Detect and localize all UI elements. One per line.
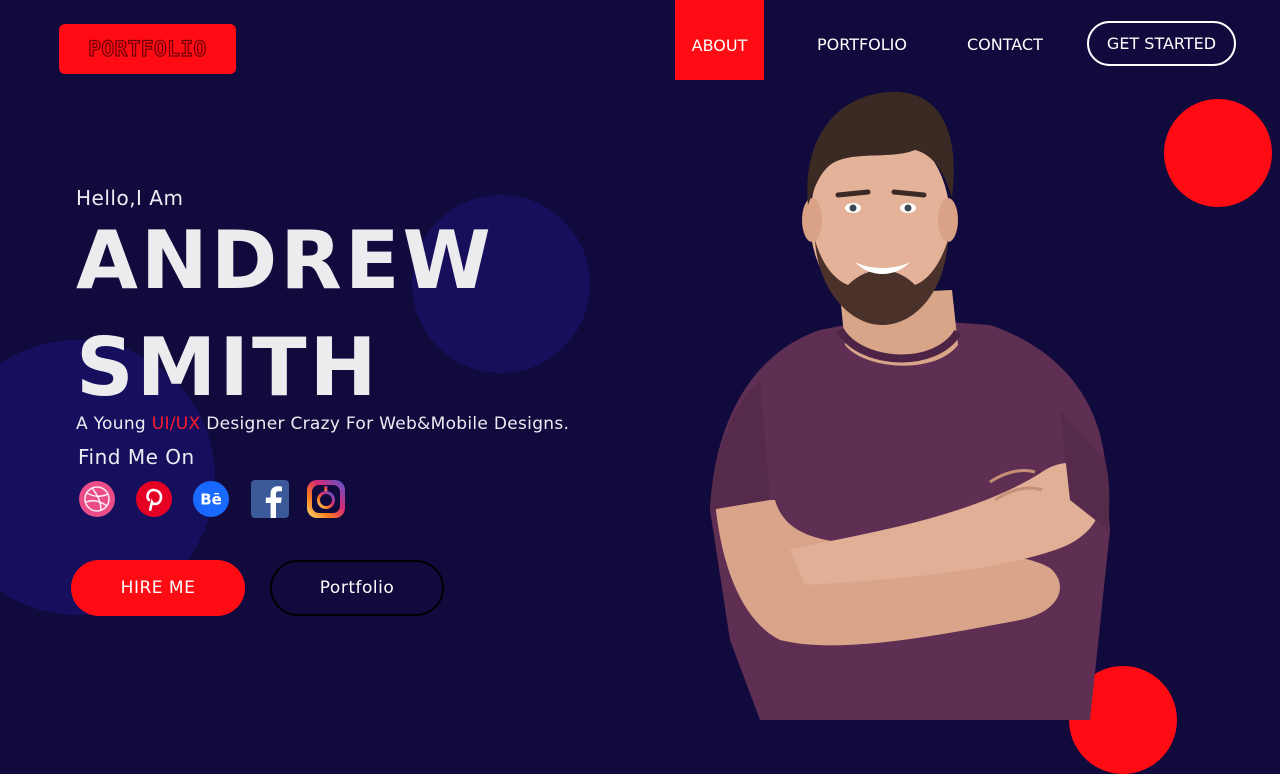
hero-name-first: ANDREW: [76, 214, 494, 307]
pinterest-icon[interactable]: [134, 479, 174, 519]
hero-tagline: A Young UI/UX Designer Crazy For Web&Mob…: [76, 414, 569, 434]
instagram-icon[interactable]: [306, 479, 346, 519]
facebook-icon[interactable]: [250, 479, 290, 519]
find-me-label: Find Me On: [78, 445, 195, 469]
tagline-highlight: UI/UX: [151, 414, 201, 434]
dribbble-icon[interactable]: [77, 479, 117, 519]
svg-text:Bē: Bē: [200, 491, 222, 509]
nav-contact[interactable]: CONTACT: [967, 0, 1043, 88]
logo[interactable]: PORTFOLIO: [59, 24, 236, 74]
hire-me-button[interactable]: HIRE ME: [71, 560, 245, 616]
hero-greeting: Hello,I Am: [76, 186, 184, 210]
hero-name-last: SMITH: [76, 321, 380, 414]
get-started-button[interactable]: GET STARTED: [1087, 21, 1236, 66]
accent-circle-top-right: [1164, 99, 1272, 207]
tagline-prefix: A Young: [76, 414, 152, 434]
nav-about[interactable]: ABOUT: [675, 0, 764, 80]
logo-text: PORTFOLIO: [88, 36, 207, 61]
profile-photo: [710, 91, 1110, 720]
portfolio-button[interactable]: Portfolio: [270, 560, 444, 616]
nav-portfolio[interactable]: PORTFOLIO: [817, 0, 907, 88]
behance-icon[interactable]: Bē: [191, 479, 231, 519]
tagline-suffix: Designer Crazy For Web&Mobile Designs.: [200, 414, 570, 434]
